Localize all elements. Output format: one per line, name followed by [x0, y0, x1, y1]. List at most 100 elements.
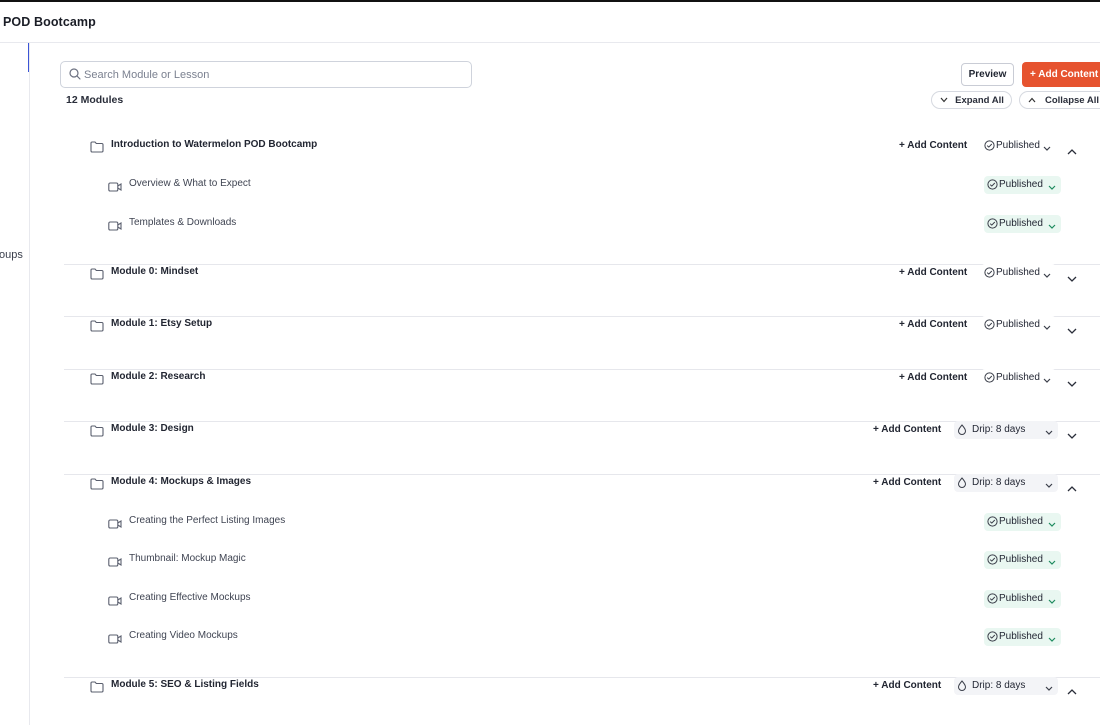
expand-all-label: Expand All: [955, 94, 1004, 106]
chevron-down-icon: [1043, 375, 1051, 386]
sidebar-item-groups[interactable]: oups: [0, 249, 23, 261]
module-count: 12 Modules: [66, 94, 124, 106]
collapse-module-chevron-up-icon[interactable]: [1067, 479, 1077, 497]
expand-module-chevron-down-icon[interactable]: [1067, 321, 1077, 339]
module-add-content-link[interactable]: + Add Content: [899, 140, 967, 151]
lesson-status-dropdown[interactable]: Published: [984, 551, 1061, 569]
page-header: POD Bootcamp: [0, 2, 1100, 43]
expand-module-chevron-down-icon[interactable]: [1067, 269, 1077, 287]
folder-icon: [90, 680, 104, 698]
chevron-down-icon: [1045, 427, 1053, 438]
lesson-title[interactable]: Creating Video Mockups: [129, 630, 238, 641]
module-add-content-link[interactable]: + Add Content: [899, 267, 967, 278]
chevron-down-icon: [1048, 596, 1056, 607]
chevron-down-icon: [1043, 270, 1051, 281]
search-icon: [69, 68, 81, 80]
lesson-title[interactable]: Thumbnail: Mockup Magic: [129, 553, 246, 564]
collapse-all-button[interactable]: Collapse All: [1019, 91, 1100, 109]
video-icon: [108, 593, 122, 611]
module-add-content-link[interactable]: + Add Content: [899, 372, 967, 383]
chevron-down-icon: [940, 97, 948, 103]
module-divider: [64, 677, 1100, 678]
module-status-label: Published: [996, 140, 1040, 151]
lesson-status-label: Published: [999, 179, 1043, 190]
expand-all-button[interactable]: Expand All: [931, 91, 1012, 109]
check-circle-icon: [987, 631, 998, 645]
drip-icon: [957, 476, 967, 491]
chevron-down-icon: [1048, 519, 1056, 530]
sidebar: oups: [0, 43, 30, 725]
module-add-content-link[interactable]: + Add Content: [873, 477, 941, 488]
expand-module-chevron-down-icon[interactable]: [1067, 426, 1077, 444]
lesson-status-label: Published: [999, 515, 1043, 527]
lesson-status-label: Published: [999, 217, 1043, 229]
lesson-title[interactable]: Creating the Perfect Listing Images: [129, 515, 285, 526]
module-title[interactable]: Module 5: SEO & Listing Fields: [111, 679, 259, 690]
collapse-module-chevron-up-icon[interactable]: [1067, 142, 1077, 160]
module-divider: [64, 473, 1100, 475]
expand-module-chevron-down-icon[interactable]: [1067, 374, 1077, 392]
module-title[interactable]: Introduction to Watermelon POD Bootcamp: [111, 139, 317, 150]
folder-icon: [90, 140, 104, 158]
chevron-up-icon: [1028, 97, 1036, 103]
lesson-status-dropdown[interactable]: Published: [984, 589, 1061, 608]
lesson-status-dropdown[interactable]: Published: [984, 176, 1061, 194]
lesson-status-dropdown[interactable]: Published: [984, 512, 1061, 531]
module-status-label: Drip: 8 days: [972, 424, 1026, 435]
collapse-all-label: Collapse All: [1044, 94, 1100, 106]
chevron-down-icon: [1045, 480, 1053, 491]
search-input[interactable]: [84, 62, 464, 87]
collapse-module-chevron-up-icon[interactable]: [1067, 682, 1077, 700]
add-content-button[interactable]: + Add Content: [1022, 62, 1100, 87]
lesson-status-label: Published: [999, 592, 1043, 604]
chevron-down-icon: [1043, 143, 1051, 154]
preview-button[interactable]: Preview: [961, 63, 1014, 86]
module-divider: [64, 263, 1100, 265]
module-status-dropdown[interactable]: Published: [981, 368, 1056, 387]
lesson-status-dropdown[interactable]: Published: [984, 628, 1061, 646]
module-title[interactable]: Module 3: Design: [111, 423, 194, 434]
folder-icon: [90, 267, 104, 285]
folder-icon: [90, 372, 104, 390]
module-status-dropdown[interactable]: Drip: 8 days: [954, 677, 1058, 695]
drip-icon: [957, 424, 967, 438]
folder-icon: [90, 424, 104, 442]
lesson-status-label: Published: [999, 631, 1043, 642]
video-icon: [108, 554, 122, 572]
lesson-title[interactable]: Creating Effective Mockups: [129, 592, 251, 603]
chevron-down-icon: [1045, 683, 1053, 694]
module-status-dropdown[interactable]: Drip: 8 days: [954, 473, 1058, 492]
lesson-title[interactable]: Templates & Downloads: [129, 217, 236, 228]
module-status-dropdown[interactable]: Published: [981, 263, 1056, 282]
module-status-dropdown[interactable]: Published: [981, 137, 1056, 155]
video-icon: [108, 516, 122, 534]
check-circle-icon: [984, 319, 995, 333]
module-status-dropdown[interactable]: Drip: 8 days: [954, 421, 1058, 439]
module-status-label: Drip: 8 days: [972, 476, 1026, 488]
folder-icon: [90, 319, 104, 337]
lesson-status-label: Published: [999, 554, 1043, 565]
module-divider: [64, 316, 1100, 317]
check-circle-icon: [987, 554, 998, 568]
check-circle-icon: [987, 217, 998, 232]
search-box: [60, 61, 472, 88]
module-add-content-link[interactable]: + Add Content: [873, 680, 941, 691]
module-title[interactable]: Module 4: Mockups & Images: [111, 476, 251, 487]
module-add-content-link[interactable]: + Add Content: [899, 319, 967, 330]
lesson-title[interactable]: Overview & What to Expect: [129, 178, 251, 189]
module-add-content-link[interactable]: + Add Content: [873, 424, 941, 435]
module-status-dropdown[interactable]: Published: [981, 316, 1056, 334]
module-divider: [64, 421, 1100, 422]
module-title[interactable]: Module 0: Mindset: [111, 266, 198, 277]
sidebar-active-indicator: [28, 43, 29, 72]
module-title[interactable]: Module 1: Etsy Setup: [111, 318, 212, 329]
video-icon: [108, 179, 122, 197]
module-status-label: Published: [996, 266, 1040, 278]
lesson-status-dropdown[interactable]: Published: [984, 214, 1061, 233]
drip-icon: [957, 680, 967, 694]
module-title[interactable]: Module 2: Research: [111, 371, 205, 382]
video-icon: [108, 631, 122, 649]
folder-icon: [90, 477, 104, 495]
module-divider: [64, 368, 1100, 370]
check-circle-icon: [984, 140, 995, 154]
